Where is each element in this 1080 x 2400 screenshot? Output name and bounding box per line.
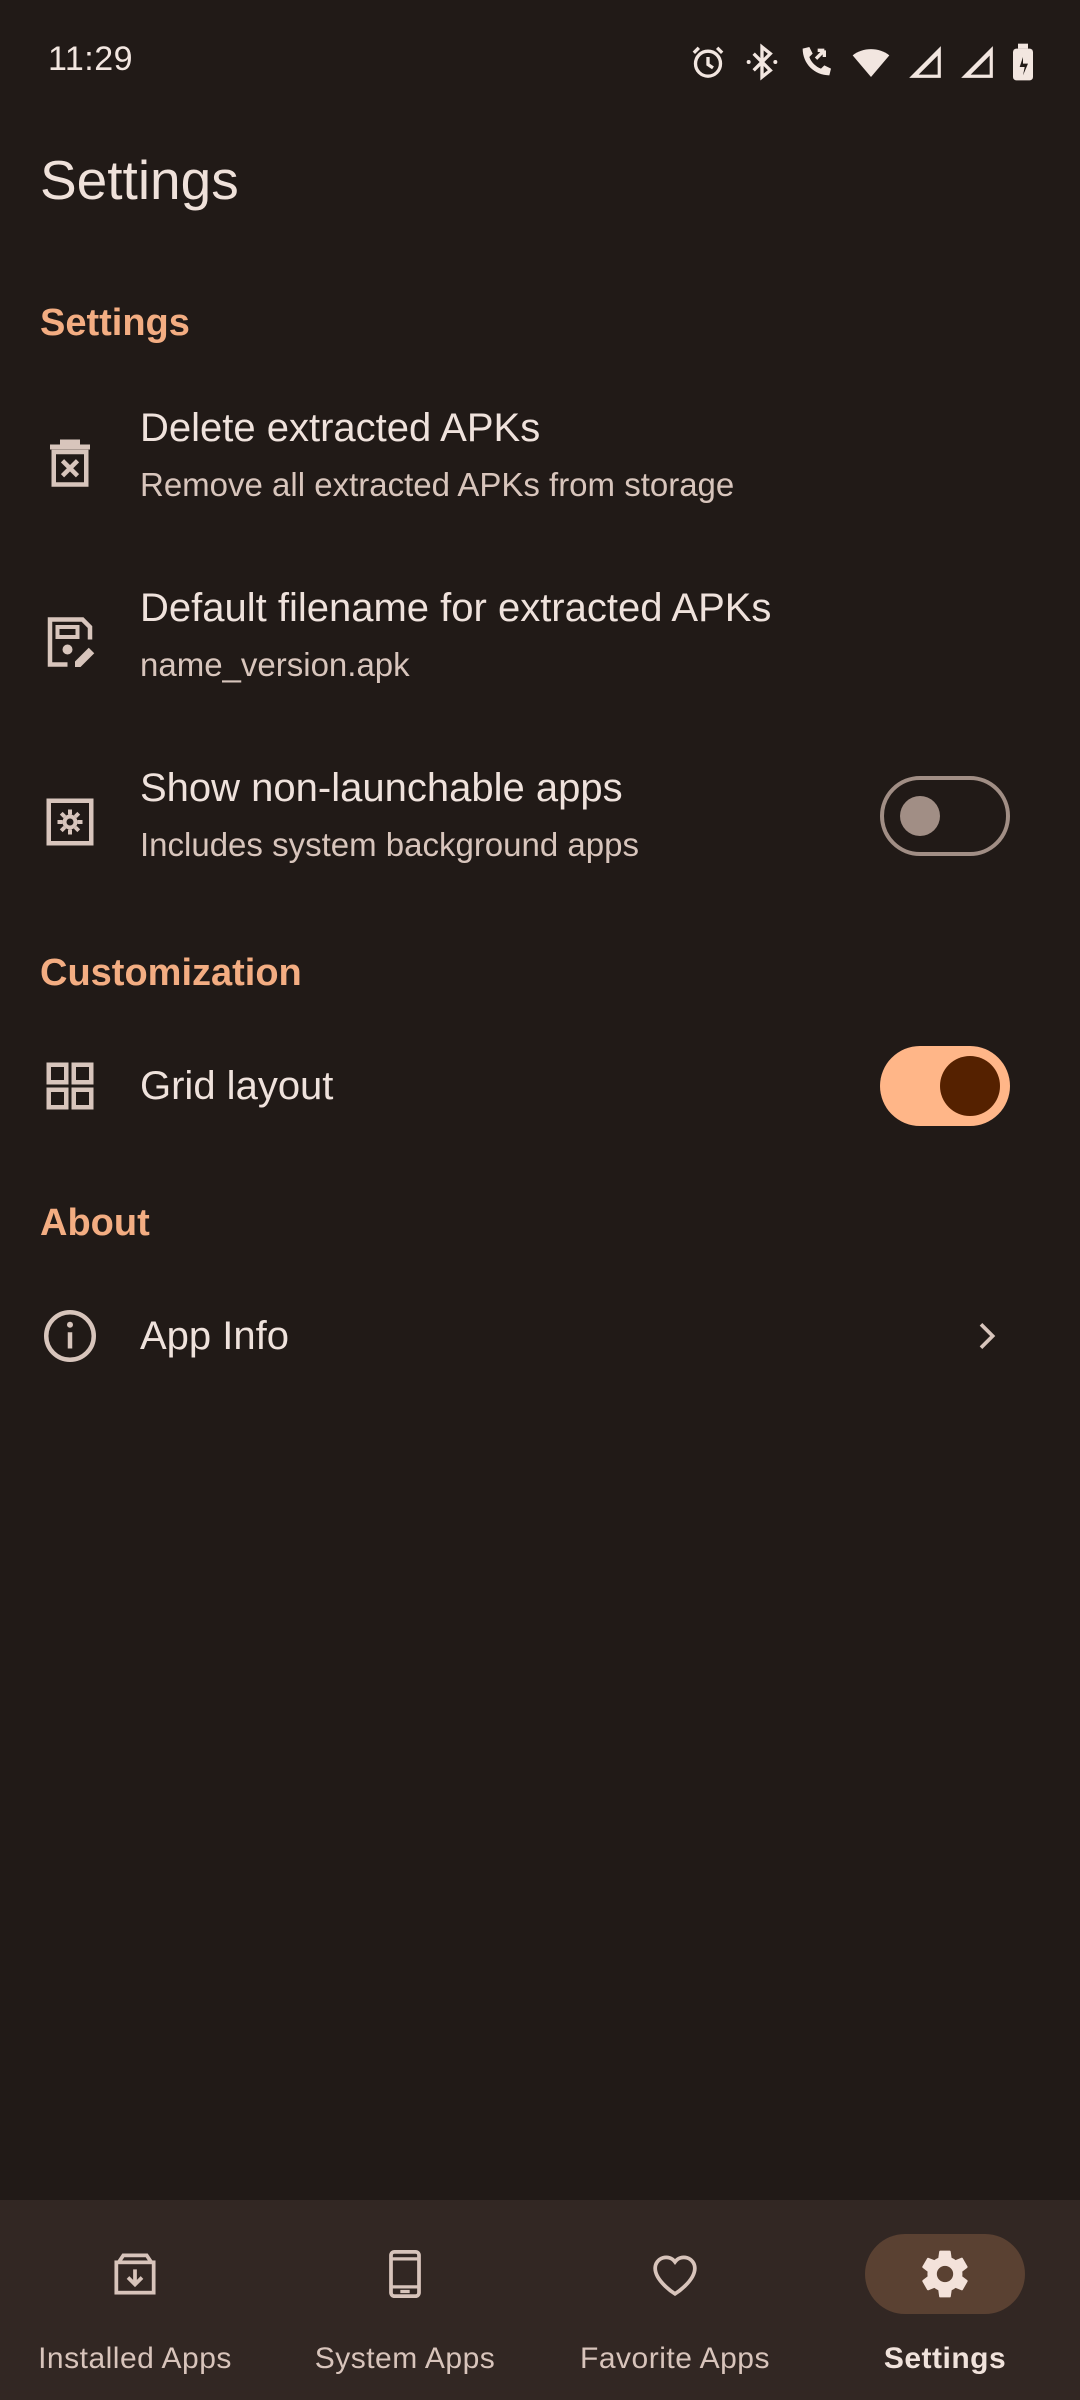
- toggle-knob: [940, 1056, 1000, 1116]
- grid-layout-row[interactable]: Grid layout: [0, 1030, 1080, 1142]
- grid-icon: [40, 1056, 100, 1116]
- signal-icon: [958, 43, 996, 81]
- nav-settings[interactable]: Settings: [810, 2200, 1080, 2400]
- default-filename-row[interactable]: Default filename for extracted APKs name…: [0, 570, 1080, 750]
- delete-apks-title: Delete extracted APKs: [140, 406, 541, 450]
- page-title: Settings: [40, 149, 239, 211]
- section-header-customization: Customization: [40, 952, 302, 994]
- signal-icon: [906, 43, 944, 81]
- bottom-navigation: Installed Apps System Apps Favorite Apps…: [0, 2200, 1080, 2400]
- section-header-settings: Settings: [40, 302, 190, 344]
- nav-label: Installed Apps: [38, 2342, 232, 2375]
- delete-extracted-apks-row[interactable]: Delete extracted APKs Remove all extract…: [0, 390, 1080, 570]
- toggle-knob: [900, 796, 940, 836]
- non-launchable-toggle[interactable]: [880, 776, 1010, 856]
- alarm-icon: [688, 42, 728, 82]
- settings-box-icon: [40, 792, 100, 852]
- non-launchable-subtitle: Includes system background apps: [140, 826, 639, 863]
- app-info-row[interactable]: App Info: [0, 1280, 1080, 1392]
- non-launchable-title: Show non-launchable apps: [140, 766, 623, 810]
- bluetooth-icon: [742, 42, 782, 82]
- default-filename-value: name_version.apk: [140, 646, 410, 683]
- gear-icon: [917, 2246, 973, 2302]
- file-edit-icon: [40, 612, 100, 672]
- wifi-calling-icon: [796, 42, 836, 82]
- nav-favorite-apps[interactable]: Favorite Apps: [540, 2200, 810, 2400]
- delete-apks-subtitle: Remove all extracted APKs from storage: [140, 466, 735, 503]
- status-bar: 11:29: [0, 0, 1080, 126]
- nav-system-apps[interactable]: System Apps: [270, 2200, 540, 2400]
- delete-box-icon: [40, 432, 100, 492]
- heart-icon: [647, 2246, 703, 2302]
- status-icons: [688, 38, 1036, 86]
- nav-label: Settings: [883, 2342, 1007, 2375]
- info-icon: [40, 1306, 100, 1366]
- nav-label: System Apps: [314, 2342, 496, 2375]
- wifi-icon: [850, 42, 892, 82]
- nav-installed-apps[interactable]: Installed Apps: [0, 2200, 270, 2400]
- app-info-title: App Info: [140, 1314, 290, 1358]
- show-non-launchable-row[interactable]: Show non-launchable apps Includes system…: [0, 750, 1080, 930]
- battery-icon: [1010, 42, 1036, 82]
- grid-layout-title: Grid layout: [140, 1064, 334, 1108]
- default-filename-title: Default filename for extracted APKs: [140, 586, 772, 630]
- download-box-icon: [107, 2246, 163, 2302]
- status-time: 11:29: [48, 40, 134, 78]
- phone-icon: [377, 2246, 433, 2302]
- nav-label: Favorite Apps: [580, 2342, 770, 2375]
- chevron-right-icon: [966, 1316, 1006, 1356]
- section-header-about: About: [40, 1202, 150, 1244]
- grid-layout-toggle[interactable]: [880, 1046, 1010, 1126]
